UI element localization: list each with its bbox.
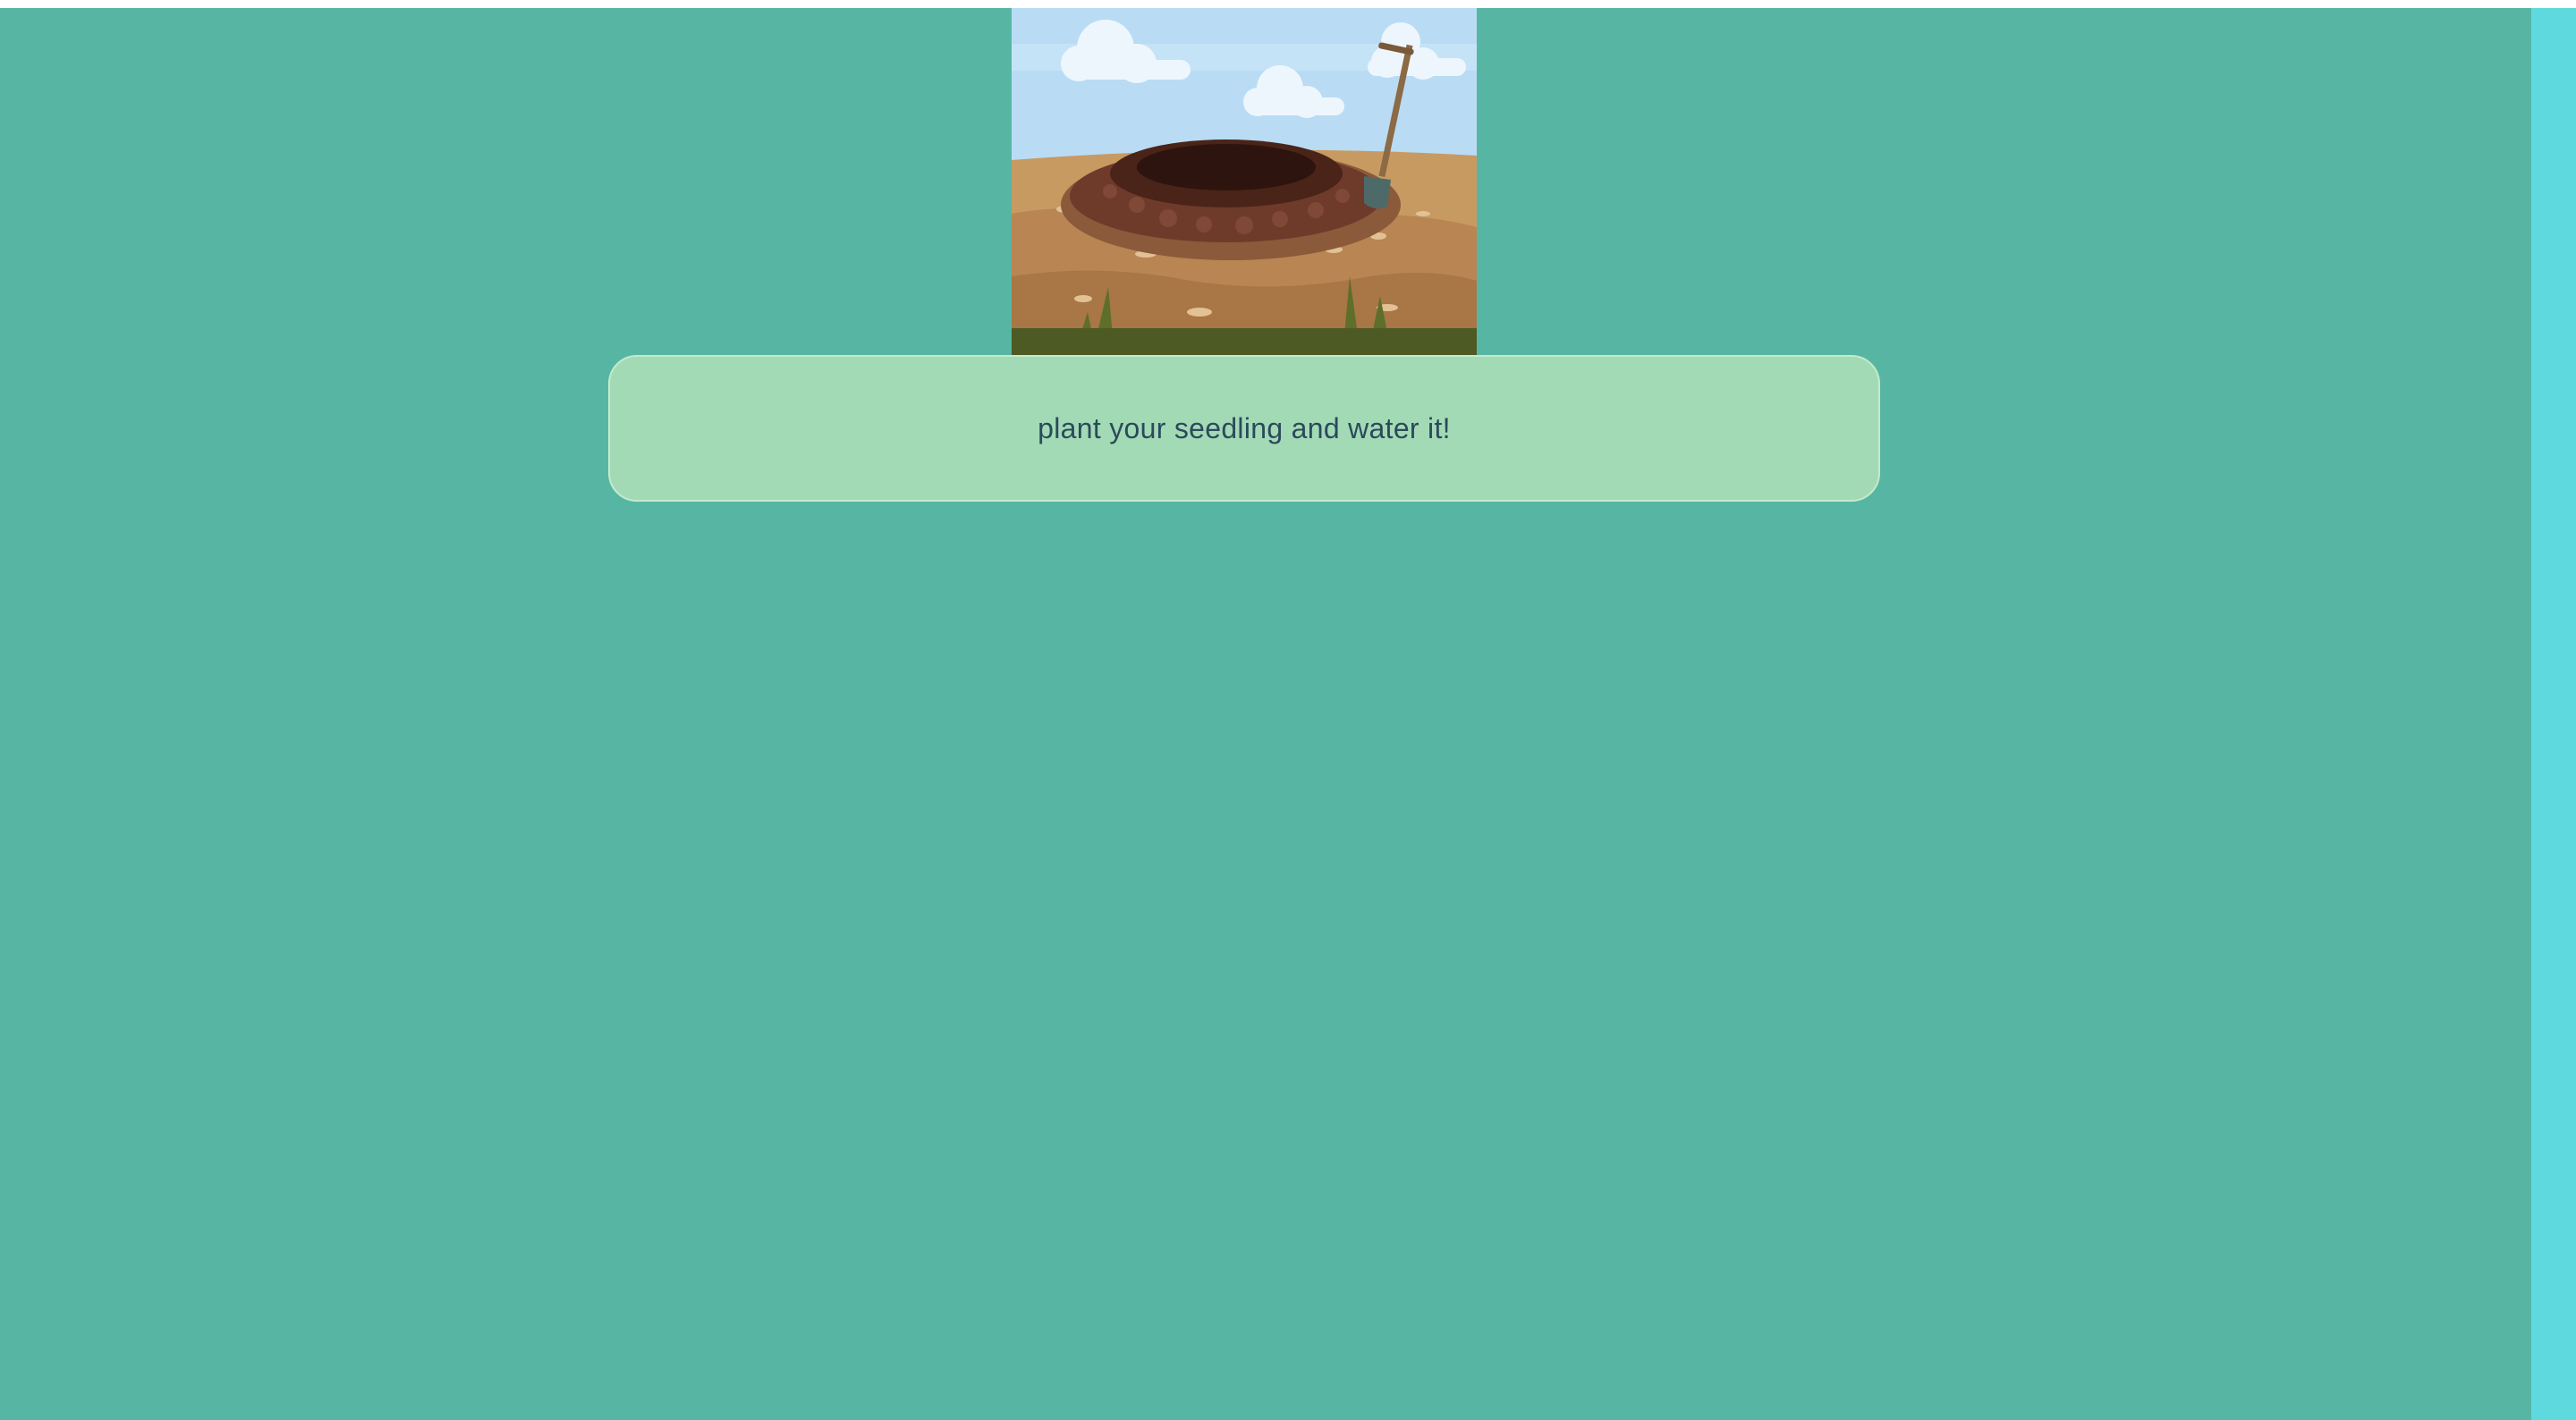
browser-top-edge <box>0 0 2576 8</box>
instruction-panel: plant your seedling and water it! <box>608 355 1880 502</box>
instruction-text: plant your seedling and water it! <box>1038 411 1451 444</box>
scrollbar[interactable] <box>2531 8 2576 1420</box>
garden-scene-illustration <box>1012 8 1477 355</box>
